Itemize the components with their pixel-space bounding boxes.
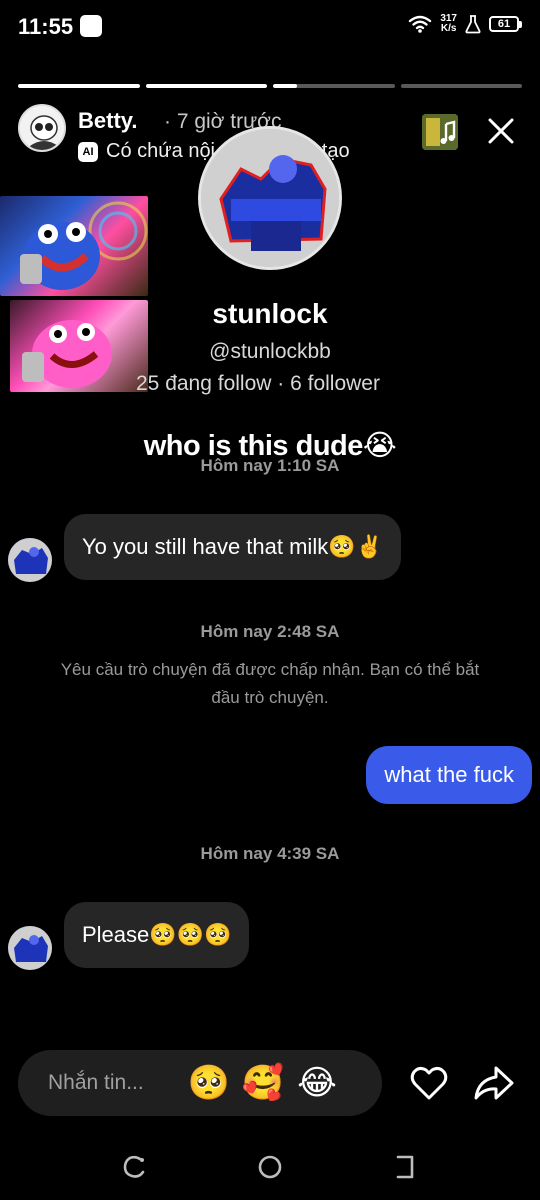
wifi-icon: [409, 15, 432, 33]
share-icon[interactable]: [472, 1062, 516, 1104]
status-bar: 11:55 317 K/s 61: [0, 0, 540, 56]
author-avatar-image: [20, 106, 64, 150]
outgoing-message-bubble[interactable]: what the fuck: [366, 746, 532, 804]
notification-icon: [80, 15, 102, 37]
heart-icon[interactable]: [408, 1062, 450, 1104]
close-icon[interactable]: [484, 114, 518, 148]
profile-avatar[interactable]: [198, 126, 342, 270]
music-icon[interactable]: [422, 114, 458, 150]
story-progress: [18, 84, 522, 88]
message-input[interactable]: Nhắn tin... 🥺 🥰 😂: [18, 1050, 382, 1116]
chat-timestamp: Hôm nay 1:10 SA: [200, 456, 340, 475]
author-name[interactable]: Betty.: [78, 108, 138, 134]
story-progress-segment: [145, 84, 267, 88]
status-indicators: 317 K/s 61: [408, 14, 522, 34]
author-avatar[interactable]: [18, 104, 66, 152]
sender-avatar[interactable]: [8, 926, 52, 970]
story-progress-segment: [400, 84, 522, 88]
chat-timestamp: Hôm nay 4:39 SA: [200, 844, 340, 863]
battery-icon: 61: [489, 16, 522, 32]
reaction-tears-of-joy[interactable]: 😂: [290, 1056, 344, 1110]
system-message: Yêu cầu trò chuyện đã được chấp nhận. Bạ…: [60, 660, 480, 707]
system-navigation-bar: [0, 1140, 540, 1200]
story-progress-segment: [18, 84, 140, 88]
battery-level: 61: [489, 16, 519, 32]
sender-avatar[interactable]: [8, 538, 52, 582]
ai-icon: AI: [78, 141, 98, 162]
profile-handle: @stunlockbb: [209, 340, 331, 363]
incoming-message-bubble[interactable]: Please🥺🥺🥺: [64, 902, 250, 968]
profile-follow-stats: 25 đang follow · 6 follower: [136, 372, 380, 395]
back-icon[interactable]: [390, 1152, 420, 1182]
home-icon[interactable]: [255, 1152, 285, 1182]
chat-timestamp: Hôm nay 2:48 SA: [200, 622, 340, 641]
lab-flask-icon: [465, 15, 481, 34]
sticker-image-blue-monster[interactable]: [0, 196, 148, 296]
reaction-smiling-hearts[interactable]: 🥰: [236, 1056, 290, 1110]
reaction-pleading-face[interactable]: 🥺: [182, 1056, 236, 1110]
incoming-message-bubble[interactable]: Yo you still have that milk🥺✌️: [64, 514, 401, 580]
profile-avatar-image: [201, 129, 339, 267]
message-input-placeholder: Nhắn tin...: [48, 1071, 144, 1094]
profile-name: stunlock: [212, 298, 328, 329]
network-speed: 317 K/s: [440, 13, 457, 34]
status-clock: 11:55: [18, 14, 74, 39]
recent-apps-icon[interactable]: [120, 1152, 150, 1182]
story-progress-segment: [273, 84, 395, 88]
